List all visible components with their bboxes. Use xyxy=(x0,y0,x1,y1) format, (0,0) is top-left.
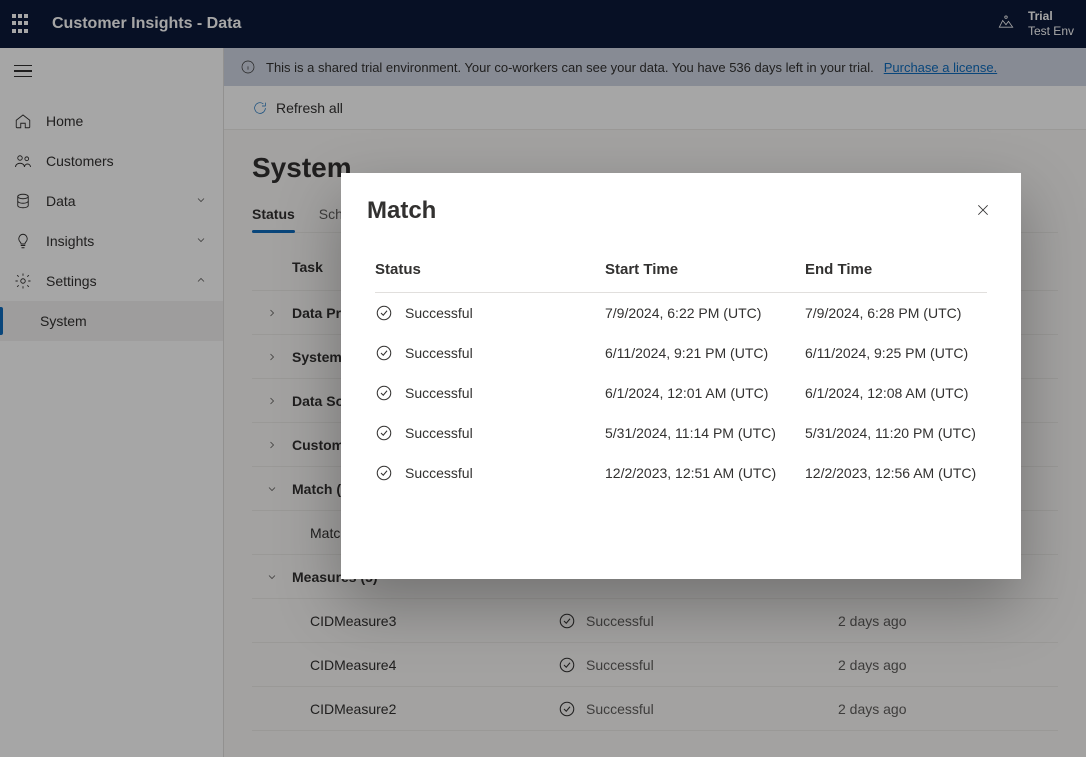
status-text: Successful xyxy=(405,345,473,361)
end-time: 7/9/2024, 6:28 PM (UTC) xyxy=(805,305,987,321)
dialog-row: Successful 6/11/2024, 9:21 PM (UTC)6/11/2… xyxy=(375,333,987,373)
check-circle-icon xyxy=(375,384,393,402)
start-time: 5/31/2024, 11:14 PM (UTC) xyxy=(605,425,805,441)
start-time: 6/11/2024, 9:21 PM (UTC) xyxy=(605,345,805,361)
check-circle-icon xyxy=(375,304,393,322)
status-text: Successful xyxy=(405,305,473,321)
match-dialog: Match Status Start Time End Time Success… xyxy=(341,173,1021,579)
col-status: Status xyxy=(375,261,605,278)
end-time: 12/2/2023, 12:56 AM (UTC) xyxy=(805,465,987,481)
dialog-table-header: Status Start Time End Time xyxy=(375,251,987,293)
dialog-row: Successful 6/1/2024, 12:01 AM (UTC)6/1/20… xyxy=(375,373,987,413)
dialog-row: Successful 12/2/2023, 12:51 AM (UTC)12/2/… xyxy=(375,453,987,493)
start-time: 12/2/2023, 12:51 AM (UTC) xyxy=(605,465,805,481)
dialog-row: Successful 7/9/2024, 6:22 PM (UTC)7/9/202… xyxy=(375,293,987,333)
close-icon xyxy=(975,202,991,218)
dialog-row: Successful 5/31/2024, 11:14 PM (UTC)5/31/… xyxy=(375,413,987,453)
end-time: 5/31/2024, 11:20 PM (UTC) xyxy=(805,425,987,441)
col-end: End Time xyxy=(805,261,987,278)
check-circle-icon xyxy=(375,464,393,482)
close-button[interactable] xyxy=(971,198,995,225)
status-text: Successful xyxy=(405,465,473,481)
check-circle-icon xyxy=(375,344,393,362)
status-text: Successful xyxy=(405,385,473,401)
end-time: 6/1/2024, 12:08 AM (UTC) xyxy=(805,385,987,401)
dialog-table: Status Start Time End Time Successful 7/9… xyxy=(367,251,995,493)
status-text: Successful xyxy=(405,425,473,441)
end-time: 6/11/2024, 9:25 PM (UTC) xyxy=(805,345,987,361)
dialog-title: Match xyxy=(367,197,436,225)
col-start: Start Time xyxy=(605,261,805,278)
start-time: 6/1/2024, 12:01 AM (UTC) xyxy=(605,385,805,401)
check-circle-icon xyxy=(375,424,393,442)
start-time: 7/9/2024, 6:22 PM (UTC) xyxy=(605,305,805,321)
